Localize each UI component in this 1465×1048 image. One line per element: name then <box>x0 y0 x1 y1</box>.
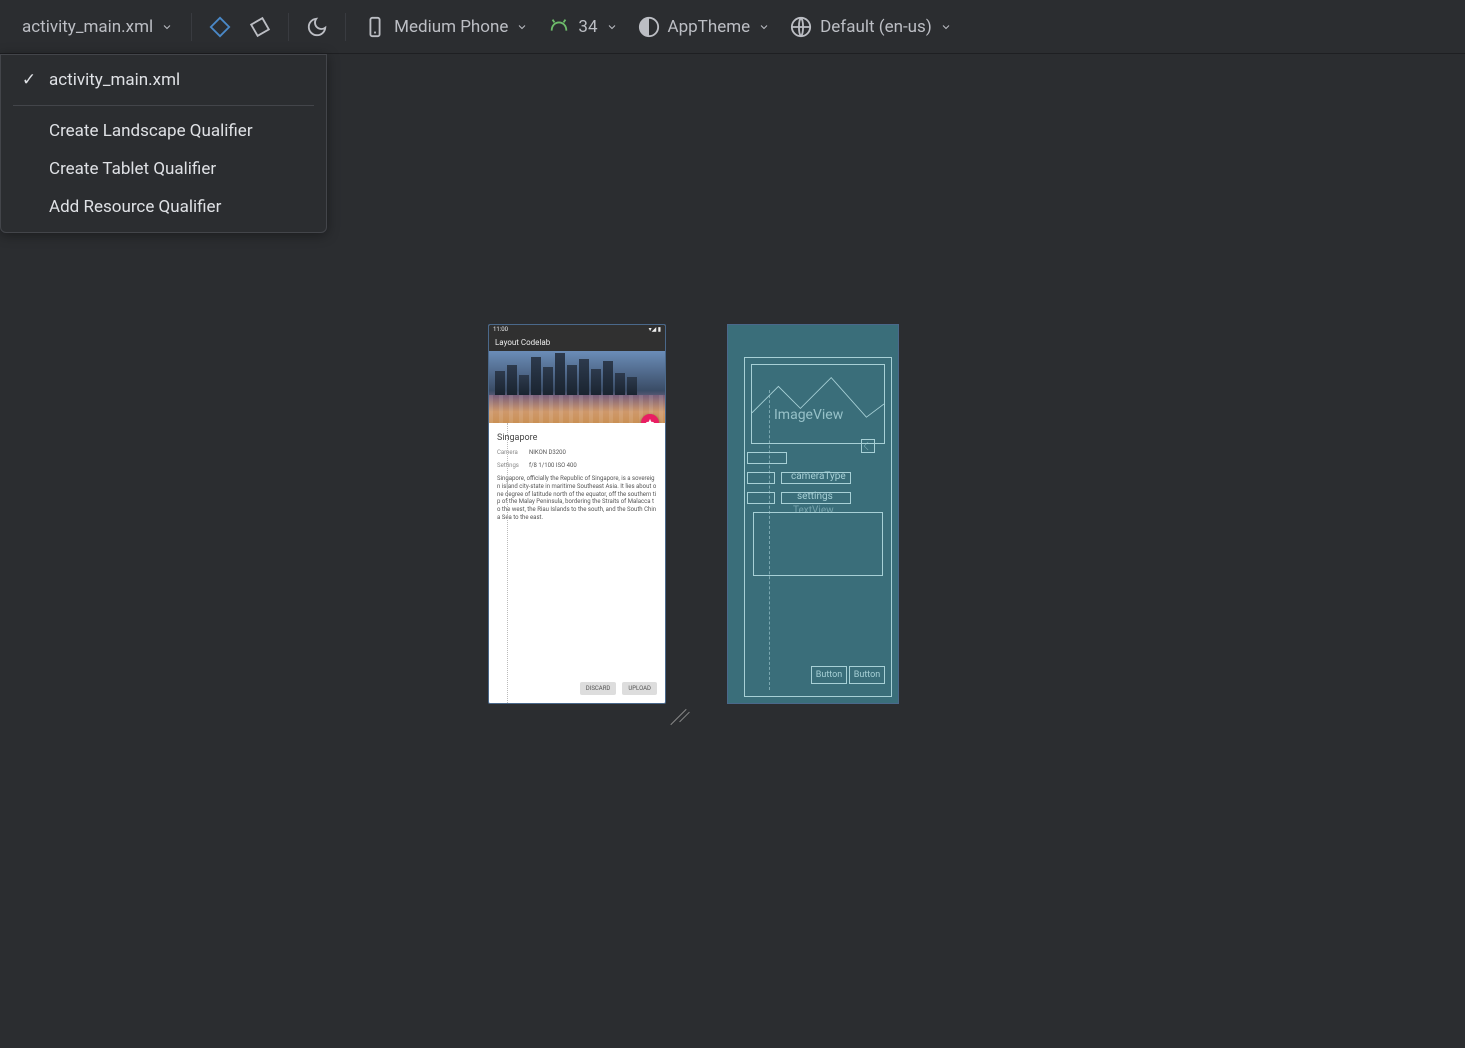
separator <box>191 13 192 41</box>
moon-icon <box>306 16 328 38</box>
device-preview[interactable]: 11:00 ▾◢ ▮ Layout Codelab <box>488 324 666 704</box>
blueprint-mountain-icon <box>752 365 884 443</box>
night-mode-button[interactable] <box>299 9 335 45</box>
settings-label: Settings <box>497 462 523 469</box>
settings-value: f/8 1/100 ISO 400 <box>529 462 577 469</box>
blueprint-button-2[interactable]: Button <box>849 666 885 684</box>
theme-label: AppTheme <box>668 17 751 37</box>
camera-value: NIKON D3200 <box>529 449 566 456</box>
blueprint-root: ImageView cameraType settings TextView B… <box>744 357 892 697</box>
preview-content: Singapore Camera NIKON D3200 Settings f/… <box>489 423 665 703</box>
menu-item-landscape-qualifier[interactable]: Create Landscape Qualifier <box>1 112 326 150</box>
chevron-down-icon <box>940 21 952 33</box>
globe-icon <box>790 16 812 38</box>
separator <box>288 13 289 41</box>
design-view-button[interactable] <box>202 9 238 45</box>
theme-icon <box>638 16 660 38</box>
resize-handle[interactable] <box>668 706 690 728</box>
chevron-down-icon <box>161 21 173 33</box>
chevron-down-icon <box>516 21 528 33</box>
device-label: Medium Phone <box>394 17 508 37</box>
layout-file-dropdown[interactable]: activity_main.xml <box>14 13 181 41</box>
theme-dropdown[interactable]: AppTheme <box>630 12 779 42</box>
status-icons: ▾◢ ▮ <box>649 326 661 333</box>
android-icon <box>548 16 570 38</box>
menu-item-current-file[interactable]: ✓ activity_main.xml <box>1 61 326 99</box>
description-text: Singapore, officially the Republic of Si… <box>497 475 657 522</box>
blueprint-fab[interactable] <box>861 439 875 453</box>
device-dropdown[interactable]: Medium Phone <box>356 12 536 42</box>
editor-toolbar: activity_main.xml Medium Phone 34 AppThe… <box>0 0 1465 54</box>
menu-item-label: Add Resource Qualifier <box>49 197 221 217</box>
menu-separator <box>13 105 314 106</box>
blueprint-imageview-label: ImageView <box>774 407 843 423</box>
locale-label: Default (en-us) <box>820 17 932 37</box>
api-level-dropdown[interactable]: 34 <box>540 12 625 42</box>
locale-dropdown[interactable]: Default (en-us) <box>782 12 960 42</box>
menu-item-tablet-qualifier[interactable]: Create Tablet Qualifier <box>1 150 326 188</box>
blueprint-preview[interactable]: ImageView cameraType settings TextView B… <box>727 324 899 704</box>
status-bar: 11:00 ▾◢ ▮ <box>489 325 665 334</box>
blueprint-settings-label: settings <box>797 491 833 502</box>
menu-item-label: activity_main.xml <box>49 70 180 90</box>
chevron-down-icon <box>758 21 770 33</box>
api-level: 34 <box>578 17 597 37</box>
blueprint-settings-label-box[interactable] <box>747 492 775 504</box>
rotate-icon <box>249 16 271 38</box>
card-title: Singapore <box>497 433 657 443</box>
phone-icon <box>364 16 386 38</box>
blueprint-textview-box[interactable] <box>753 512 883 576</box>
menu-item-resource-qualifier[interactable]: Add Resource Qualifier <box>1 188 326 226</box>
upload-button[interactable]: UPLOAD <box>622 682 657 695</box>
discard-button[interactable]: DISCARD <box>580 682 617 695</box>
blueprint-imageview[interactable]: ImageView <box>751 364 885 444</box>
blueprint-title-box[interactable] <box>747 452 787 464</box>
menu-item-label: Create Tablet Qualifier <box>49 159 216 179</box>
chevron-down-icon <box>606 21 618 33</box>
blueprint-camera-label-box[interactable] <box>747 472 775 484</box>
separator <box>345 13 346 41</box>
layout-file-name: activity_main.xml <box>22 17 153 37</box>
layout-file-menu[interactable]: ✓ activity_main.xml Create Landscape Qua… <box>0 54 327 233</box>
app-bar: Layout Codelab <box>489 334 665 351</box>
orientation-button[interactable] <box>242 9 278 45</box>
design-icon <box>209 16 231 38</box>
status-time: 11:00 <box>493 326 508 333</box>
app-title: Layout Codelab <box>495 338 550 347</box>
camera-label: Camera <box>497 449 523 456</box>
hero-image <box>489 351 665 423</box>
blueprint-button-1[interactable]: Button <box>811 666 847 684</box>
check-icon: ✓ <box>19 70 39 90</box>
menu-item-label: Create Landscape Qualifier <box>49 121 253 141</box>
blueprint-camera-type-label: cameraType <box>791 471 846 482</box>
